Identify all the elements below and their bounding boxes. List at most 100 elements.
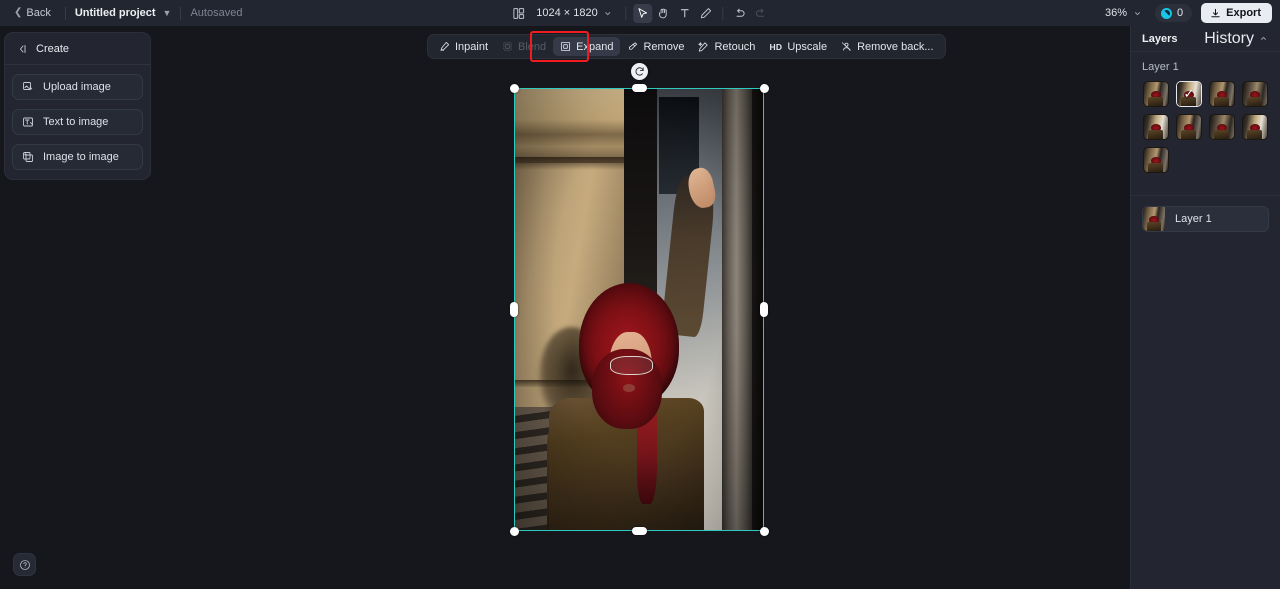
layer-group-title: Layer 1: [1142, 61, 1179, 73]
redo-button[interactable]: [752, 4, 771, 23]
create-panel-title: Create: [36, 42, 70, 55]
credits-badge[interactable]: 0: [1155, 4, 1193, 22]
hand-tool[interactable]: [655, 4, 674, 23]
divider: [625, 6, 627, 20]
help-button[interactable]: [13, 553, 36, 576]
create-panel-header: Create: [5, 33, 150, 65]
divider: [180, 6, 182, 20]
image-to-image-label: Image to image: [43, 151, 119, 163]
resize-handle-top-right[interactable]: [759, 83, 769, 93]
download-icon: [1211, 8, 1220, 17]
panel-divider: [1131, 195, 1280, 196]
remove-background-label: Remove back...: [857, 40, 934, 53]
expand-icon: [561, 41, 571, 52]
credit-coin-icon: [1161, 7, 1173, 19]
variation-thumbnail[interactable]: [1143, 147, 1169, 173]
chevron-down-icon: [1134, 11, 1141, 15]
image-to-image-button[interactable]: Image to image: [12, 144, 143, 170]
upload-image-label: Upload image: [43, 81, 111, 93]
resize-handle-bottom-right[interactable]: [759, 526, 769, 536]
layer-list-item[interactable]: Layer 1: [1142, 206, 1269, 232]
text-to-image-button[interactable]: Text to image: [12, 109, 143, 135]
project-name[interactable]: Untitled project: [75, 7, 156, 19]
upload-image-button[interactable]: Upload image: [12, 74, 143, 100]
upload-image-icon: [23, 82, 33, 91]
tab-history-label: History: [1204, 29, 1254, 47]
image-to-image-icon: [23, 152, 33, 162]
resize-handle-top[interactable]: [631, 84, 647, 92]
variation-thumbnail[interactable]: [1176, 114, 1202, 140]
variation-thumbnail[interactable]: [1242, 81, 1268, 107]
zoom-level-value: 36%: [1105, 7, 1128, 19]
variation-thumbnail-selected[interactable]: ✓: [1176, 81, 1202, 107]
layers-panel-tabs: Layers History: [1131, 26, 1280, 52]
app-root: ❮ Back Untitled project ▼ Autosaved 1024…: [0, 0, 1280, 589]
blend-label: Blend: [518, 40, 547, 53]
inpaint-button[interactable]: Inpaint: [432, 37, 495, 56]
inpaint-icon: [440, 41, 450, 51]
hd-icon: HD: [769, 41, 783, 52]
help-circle-icon: [19, 559, 30, 570]
retouch-label: Retouch: [714, 40, 756, 53]
tab-history[interactable]: History: [1204, 30, 1268, 48]
check-icon: ✓: [1183, 86, 1195, 101]
retouch-button[interactable]: Retouch: [691, 37, 762, 56]
tab-layers[interactable]: Layers: [1142, 33, 1177, 45]
create-panel: Create Upload image Text to image Image …: [4, 32, 151, 180]
text-to-image-label: Text to image: [43, 116, 109, 128]
remove-icon: [629, 42, 638, 50]
retouch-icon: [698, 41, 709, 52]
chevron-down-icon: [605, 11, 611, 15]
zoom-control[interactable]: 36%: [1101, 4, 1146, 22]
upscale-button[interactable]: HD Upscale: [762, 37, 834, 56]
expand-button[interactable]: Expand: [553, 37, 621, 56]
export-button-label: Export: [1226, 7, 1261, 19]
header-right-group: 36% 0 Export: [1101, 0, 1272, 26]
blend-button[interactable]: Blend: [495, 37, 553, 56]
canvas-size-value: 1024 × 1820: [536, 7, 598, 19]
layers-panel: Layers History Layer 1 ✓ Layer 1: [1130, 26, 1280, 589]
layer-name: Layer 1: [1175, 213, 1212, 225]
brush-tool[interactable]: [697, 4, 716, 23]
remove-label: Remove: [643, 40, 685, 53]
divider: [722, 6, 724, 20]
variation-thumbnail[interactable]: [1143, 114, 1169, 140]
variations-grid: ✓: [1131, 79, 1280, 173]
variation-thumbnail[interactable]: [1209, 114, 1235, 140]
rotate-handle[interactable]: [631, 63, 648, 80]
blend-icon: [503, 42, 512, 51]
divider: [64, 6, 66, 20]
canvas-selection[interactable]: [509, 83, 769, 536]
variation-thumbnail[interactable]: [1143, 81, 1169, 107]
layer-thumbnail: [1143, 207, 1165, 231]
text-tool[interactable]: [676, 4, 695, 23]
chevron-up-icon: [1260, 36, 1267, 40]
chevron-left-icon: ❮: [14, 7, 23, 18]
resize-handle-bottom-left[interactable]: [509, 526, 519, 536]
create-panel-body: Upload image Text to image Image to imag…: [5, 65, 150, 170]
canvas-size-selector[interactable]: 1024 × 1820: [530, 4, 618, 22]
layer-image[interactable]: [514, 88, 764, 531]
chevron-down-icon[interactable]: ▼: [163, 8, 172, 18]
remove-button[interactable]: Remove: [620, 37, 691, 56]
image-actions-toolbar: Inpaint Blend Expand Remove Retouch HD U…: [427, 31, 946, 62]
rotate-icon: [635, 67, 644, 76]
variation-thumbnail[interactable]: [1209, 81, 1235, 107]
resize-handle-bottom[interactable]: [631, 527, 647, 535]
header-tools-group: 1024 × 1820: [509, 0, 770, 26]
export-button[interactable]: Export: [1201, 3, 1272, 23]
autosave-status: Autosaved: [190, 7, 243, 19]
undo-button[interactable]: [731, 4, 750, 23]
text-to-image-icon: [23, 117, 33, 127]
resize-handle-top-left[interactable]: [509, 83, 519, 93]
collapse-panel-icon[interactable]: [16, 43, 28, 55]
artboard-icon[interactable]: [509, 4, 528, 23]
resize-handle-left[interactable]: [510, 302, 518, 317]
expand-label: Expand: [576, 40, 614, 53]
remove-background-button[interactable]: Remove back...: [834, 37, 940, 56]
variation-thumbnail[interactable]: [1242, 114, 1268, 140]
back-button[interactable]: ❮ Back: [9, 4, 56, 22]
resize-handle-right[interactable]: [760, 302, 768, 317]
select-tool[interactable]: [633, 3, 653, 23]
remove-background-icon: [842, 42, 852, 51]
